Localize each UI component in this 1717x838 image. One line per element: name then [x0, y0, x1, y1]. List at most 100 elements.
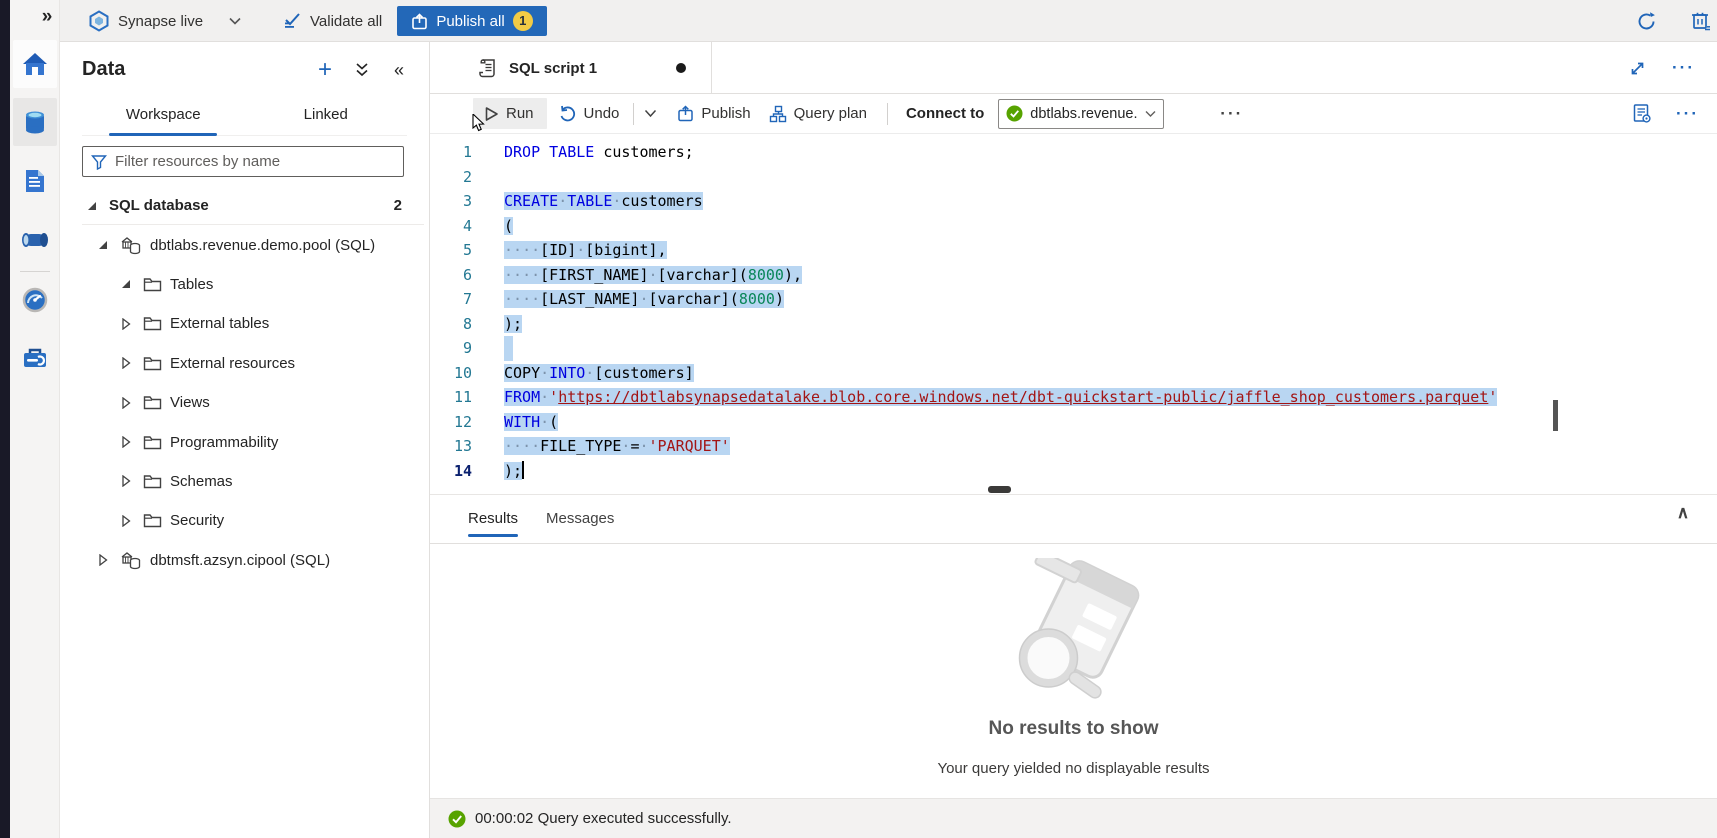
tab-linked[interactable]: Linked — [245, 96, 408, 135]
validate-all-button[interactable]: Validate all — [282, 0, 382, 42]
tree-item-views[interactable]: Views — [60, 383, 430, 422]
folder-icon — [143, 277, 162, 292]
publish-button[interactable]: Publish — [677, 105, 750, 122]
results-tab-bar: Results Messages — [430, 495, 1717, 543]
filter-resources-input[interactable] — [115, 153, 395, 170]
code-line-7: 7····[LAST_NAME]·[varchar](8000) — [430, 287, 1717, 312]
code-line-2: 2 — [430, 165, 1717, 190]
publish-all-button[interactable]: Publish all 1 — [397, 6, 547, 36]
publish-count-badge: 1 — [513, 11, 533, 31]
code-line-3: 3CREATE·TABLE·customers — [430, 189, 1717, 214]
code-line-12: 12WITH·( — [430, 410, 1717, 435]
unsaved-changes-dot — [676, 63, 686, 73]
expand-editor-icon[interactable] — [1629, 60, 1646, 77]
discard-all-button[interactable] — [1690, 0, 1712, 42]
tab-messages[interactable]: Messages — [546, 495, 614, 543]
query-plan-button[interactable]: Query plan — [769, 105, 867, 123]
rail-item-home[interactable] — [13, 40, 57, 88]
code-line-14: 14); — [430, 459, 1717, 484]
connect-to-pool-dropdown[interactable]: dbtlabs.revenue.demo.pool — [998, 99, 1164, 129]
tree-item-sql-database[interactable]: SQL database2 — [60, 186, 430, 225]
tab-workspace[interactable]: Workspace — [82, 96, 245, 135]
tree-item-external-tables[interactable]: External tables — [60, 304, 430, 343]
caret-collapsed-icon[interactable] — [97, 554, 109, 566]
caret-collapsed-icon[interactable] — [120, 397, 132, 409]
tree-item-label: External resources — [170, 355, 295, 372]
tree-item-tables[interactable]: Tables — [60, 265, 430, 304]
query-status-bar: 00:00:02 Query executed successfully. — [430, 798, 1717, 838]
add-resource-button[interactable]: + — [315, 60, 335, 80]
validate-icon — [282, 12, 302, 30]
chevron-down-icon — [229, 17, 241, 25]
caret-collapsed-icon[interactable] — [120, 475, 132, 487]
mode-selector[interactable]: Synapse live — [88, 0, 241, 42]
rail-divider — [20, 271, 50, 272]
line-number: 12 — [430, 410, 472, 435]
caret-collapsed-icon[interactable] — [120, 515, 132, 527]
line-number: 8 — [430, 312, 472, 337]
caret-collapsed-icon[interactable] — [120, 318, 132, 330]
data-panel-tabs: Workspace Linked — [82, 96, 407, 136]
caret-collapsed-icon[interactable] — [120, 436, 132, 448]
resource-tree: SQL database2dbtlabs.revenue.demo.pool (… — [60, 186, 430, 580]
code-line-9: 9 — [430, 336, 1717, 361]
double-chevron-down-icon — [355, 62, 369, 78]
editor-tab-strip: SQL script 1 ··· — [430, 42, 1717, 94]
folder-icon — [143, 474, 162, 489]
splitter-drag-handle[interactable] — [988, 486, 1011, 493]
editor-area: SQL script 1 ··· Run — [430, 42, 1717, 838]
caret-expanded-icon[interactable] — [97, 239, 109, 251]
caret-expanded-icon[interactable] — [120, 278, 132, 290]
no-results-subtitle: Your query yielded no displayable result… — [430, 760, 1717, 777]
rail-item-integrate[interactable] — [13, 216, 57, 264]
collapse-panel-button[interactable]: « — [389, 60, 409, 80]
rail-item-monitor[interactable] — [13, 276, 57, 324]
caret-collapsed-icon[interactable] — [120, 357, 132, 369]
caret-expanded-icon[interactable] — [86, 200, 98, 212]
editor-more-button[interactable]: ··· — [1676, 104, 1699, 124]
tree-item-schemas[interactable]: Schemas — [60, 462, 430, 501]
toolbar-more-button[interactable]: ··· — [1220, 104, 1243, 124]
sql-code-editor[interactable]: 1DROP TABLE customers;23CREATE·TABLE·cus… — [430, 134, 1717, 485]
line-number: 11 — [430, 385, 472, 410]
rail-item-manage[interactable] — [13, 334, 57, 382]
tab-results[interactable]: Results — [468, 495, 518, 543]
tree-item-security[interactable]: Security — [60, 501, 430, 540]
query-plan-icon — [769, 105, 787, 123]
results-divider — [430, 543, 1717, 544]
tree-item-dbtmsft-azsyn-cipool-sql[interactable]: dbtmsft.azsyn.cipool (SQL) — [60, 541, 430, 580]
line-number: 2 — [430, 165, 472, 190]
tree-item-count: 2 — [394, 197, 430, 214]
mode-label: Synapse live — [118, 13, 203, 30]
code-line-4: 4( — [430, 214, 1717, 239]
refresh-button[interactable] — [1636, 0, 1657, 42]
panel-title: Data — [82, 58, 125, 81]
tree-item-programmability[interactable]: Programmability — [60, 422, 430, 461]
rail-item-data[interactable] — [13, 98, 57, 146]
filter-funnel-icon — [91, 154, 107, 170]
properties-icon[interactable] — [1632, 103, 1652, 124]
left-icon-rail: » — [10, 0, 60, 838]
sql-pool-icon — [120, 551, 142, 570]
undo-button[interactable]: Undo — [559, 105, 620, 122]
collapse-all-button[interactable] — [352, 60, 372, 80]
top-command-bar: Synapse live Validate all Publish all 1 — [60, 0, 1717, 42]
tab-more-actions-button[interactable]: ··· — [1672, 58, 1695, 78]
editor-scrollbar-thumb[interactable] — [1553, 400, 1558, 431]
tree-item-label: External tables — [170, 315, 269, 332]
code-line-5: 5····[ID]·[bigint], — [430, 238, 1717, 263]
connected-check-icon — [1006, 105, 1023, 122]
undo-icon — [559, 105, 577, 122]
expand-rail-icon[interactable]: » — [34, 4, 60, 30]
tree-item-external-resources[interactable]: External resources — [60, 344, 430, 383]
tree-item-dbtlabs-revenue-demo-pool-sql[interactable]: dbtlabs.revenue.demo.pool (SQL) — [60, 225, 430, 264]
home-icon — [22, 52, 48, 76]
publish-label: Publish — [701, 105, 750, 122]
tab-sql-script-1[interactable]: SQL script 1 — [430, 42, 712, 94]
rail-item-develop[interactable] — [13, 157, 57, 205]
collapse-results-button[interactable]: ∧ — [1670, 500, 1696, 526]
refresh-icon — [1636, 11, 1657, 32]
undo-redo-dropdown[interactable] — [644, 109, 657, 118]
connected-pool-name: dbtlabs.revenue.demo.pool — [1030, 106, 1138, 122]
query-plan-label: Query plan — [794, 105, 867, 122]
